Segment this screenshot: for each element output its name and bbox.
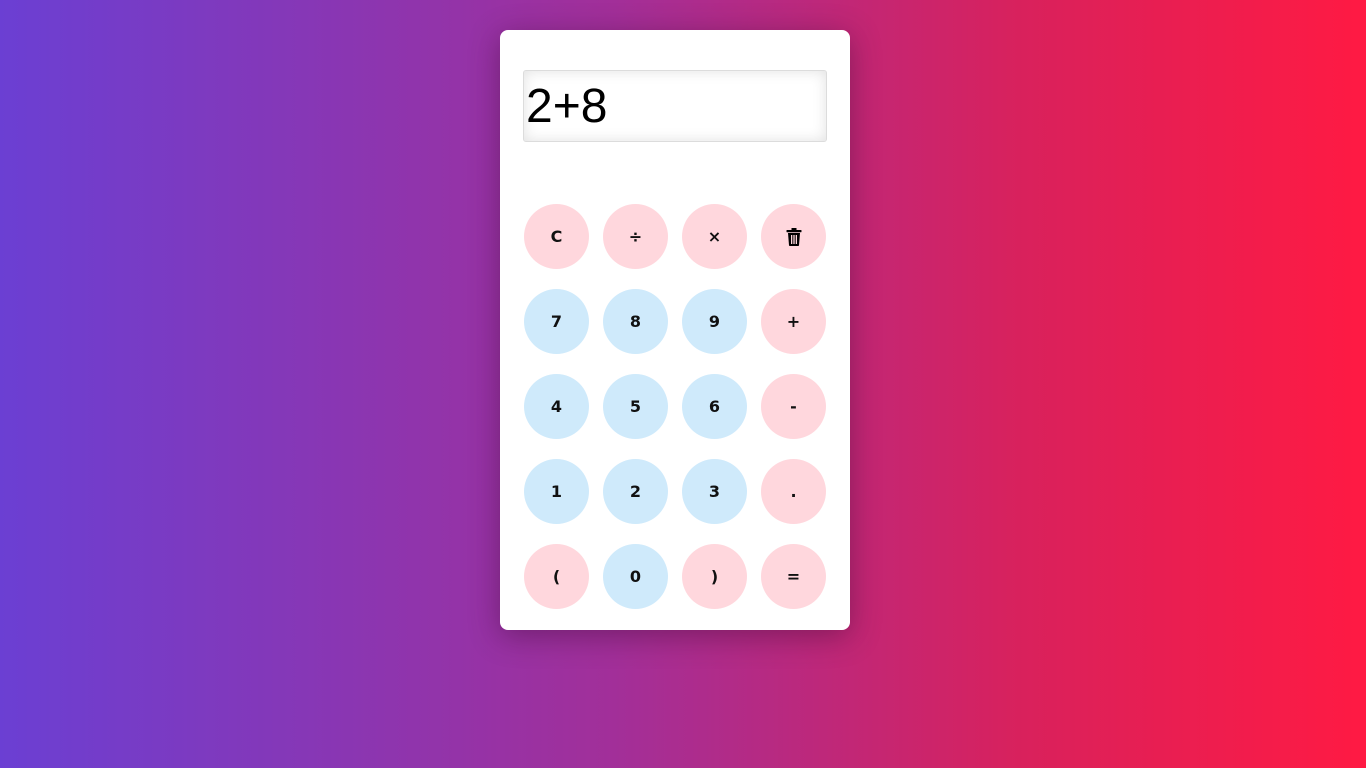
clear-button[interactable]: C — [524, 204, 589, 269]
close-paren-button[interactable]: ) — [682, 544, 747, 609]
calculator-display[interactable]: 2+8 — [523, 70, 827, 142]
zero-button[interactable]: 0 — [603, 544, 668, 609]
equals-button[interactable]: = — [761, 544, 826, 609]
one-button[interactable]: 1 — [524, 459, 589, 524]
multiply-button[interactable]: × — [682, 204, 747, 269]
plus-button[interactable]: + — [761, 289, 826, 354]
open-paren-button[interactable]: ( — [524, 544, 589, 609]
decimal-button[interactable]: . — [761, 459, 826, 524]
keypad: C ÷ × 7 8 9 + 4 5 6 - 1 2 3 . ( 0 ) = — [524, 204, 826, 609]
two-button[interactable]: 2 — [603, 459, 668, 524]
four-button[interactable]: 4 — [524, 374, 589, 439]
three-button[interactable]: 3 — [682, 459, 747, 524]
delete-button[interactable] — [761, 204, 826, 269]
trash-icon — [786, 227, 801, 246]
eight-button[interactable]: 8 — [603, 289, 668, 354]
seven-button[interactable]: 7 — [524, 289, 589, 354]
minus-button[interactable]: - — [761, 374, 826, 439]
six-button[interactable]: 6 — [682, 374, 747, 439]
five-button[interactable]: 5 — [603, 374, 668, 439]
divide-button[interactable]: ÷ — [603, 204, 668, 269]
nine-button[interactable]: 9 — [682, 289, 747, 354]
calculator-panel: 2+8 C ÷ × 7 8 9 + 4 5 6 - 1 2 3 . ( 0 ) — [500, 30, 850, 630]
